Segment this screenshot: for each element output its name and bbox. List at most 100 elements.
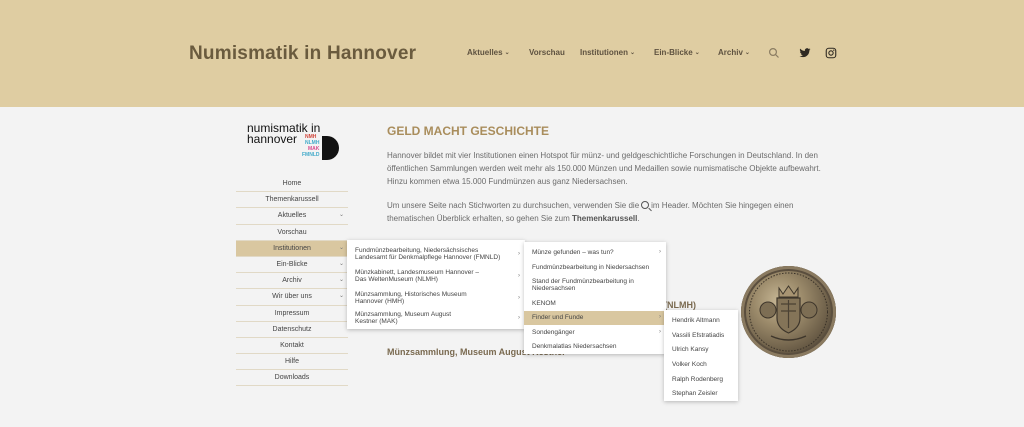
sidemenu-label: Institutionen (273, 244, 311, 252)
nav-institutionen[interactable]: Institutionen ⌄ (580, 48, 635, 57)
sidemenu-item-aktuelles[interactable]: Aktuelles ⌄ (236, 208, 348, 225)
search-hint-paragraph: Um unsere Seite nach Stichworten zu durc… (387, 199, 827, 225)
dropdown-label: Sondengänger (532, 329, 575, 336)
chevron-right-icon: › (659, 249, 661, 255)
dropdown-label: Münzsammlung, Historisches Museum Hannov… (355, 291, 467, 305)
chevron-right-icon: › (518, 295, 520, 301)
dropdown-item-person[interactable]: Stephan Zeisler (664, 386, 738, 400)
dropdown-label: Denkmalatlas Niedersachsen (532, 343, 617, 350)
nav-label: Vorschau (529, 48, 565, 57)
dropdown-label: Ulrich Kansy (672, 346, 709, 353)
chevron-right-icon: › (518, 315, 520, 321)
dropdown-label: Stephan Zeisler (672, 390, 718, 397)
site-logo[interactable]: numismatik in hannover NMH NLMH MAK FMNL… (247, 120, 339, 162)
coin-relief-graphic (749, 272, 828, 352)
fmnld-dropdown: Münze gefunden – was tun? › Fundmünzbearb… (524, 242, 666, 354)
sidemenu-label: Impressum (274, 309, 310, 317)
chevron-down-icon: ⌄ (338, 293, 344, 300)
twitter-icon[interactable] (799, 47, 811, 59)
nav-aktuelles[interactable]: Aktuelles ⌄ (467, 48, 510, 57)
content-heading-partial: (NLMH) (664, 300, 696, 310)
site-title[interactable]: Numismatik in Hannover (189, 43, 416, 65)
dropdown-label: Fundmünzbearbeitung in Niedersachsen (532, 264, 650, 271)
nav-vorschau[interactable]: Vorschau (529, 48, 565, 57)
chevron-right-icon: › (518, 273, 520, 279)
dropdown-item-person[interactable]: Hendrik Altmann (664, 313, 738, 327)
chevron-down-icon: ⌄ (630, 50, 636, 56)
nav-ein-blicke[interactable]: Ein-Blicke ⌄ (654, 48, 700, 57)
dropdown-item-kenom[interactable]: KENOM (524, 297, 666, 311)
dropdown-item-person[interactable]: Vassili Efstratiadis (664, 328, 738, 342)
sidemenu-label: Wir über uns (272, 293, 312, 301)
sidemenu-label: Archiv (282, 277, 302, 285)
dropdown-item-person[interactable]: Volker Koch (664, 357, 738, 371)
sidemenu-item-hilfe[interactable]: Hilfe (236, 354, 348, 371)
dropdown-label: Stand der Fundmünzbearbeitung in Nieders… (532, 278, 634, 292)
page-title: GELD MACHT GESCHICHTE (387, 124, 549, 138)
sidemenu-item-datenschutz[interactable]: Datenschutz (236, 322, 348, 338)
finder-und-funde-dropdown: Hendrik Altmann Vassili Efstratiadis Ulr… (664, 310, 738, 401)
sidemenu-item-institutionen[interactable]: Institutionen ⌄ (236, 240, 348, 257)
dropdown-label: Vassili Efstratiadis (672, 332, 725, 339)
nav-archiv[interactable]: Archiv ⌄ (718, 48, 750, 57)
dropdown-label: Ralph Rodenberg (672, 376, 723, 383)
chevron-right-icon: › (518, 251, 520, 257)
nav-label: Aktuelles (467, 48, 503, 57)
sidemenu-label: Downloads (274, 374, 310, 382)
sidemenu-label: Kontakt (280, 341, 304, 349)
nav-label: Ein-Blicke (654, 48, 693, 57)
dropdown-label: Fundmünzbearbeitung, Niedersächsisches L… (355, 247, 501, 261)
dropdown-label: Münzkabinett, Landesmuseum Hannover – Da… (355, 269, 479, 283)
dropdown-item-denkmalatlas[interactable]: Denkmalatlas Niedersachsen (524, 340, 666, 354)
logo-half-circle (322, 136, 339, 160)
dropdown-label: Münzsammlung, Museum August Kestner (MAK… (355, 311, 452, 325)
sidemenu-item-archiv[interactable]: Archiv ⌄ (236, 273, 348, 290)
search-icon[interactable] (768, 47, 780, 59)
chevron-down-icon: ⌄ (694, 50, 700, 56)
dropdown-item-nlmh[interactable]: Münzkabinett, Landesmuseum Hannover – Da… (347, 267, 525, 287)
sidemenu-label: Ein-Blicke (276, 260, 308, 268)
sidemenu-label: Home (282, 180, 302, 187)
chevron-down-icon: ⌄ (338, 260, 344, 267)
dropdown-label: Münze gefunden – was tun? (532, 249, 614, 256)
sidemenu-item-themenkarussell[interactable]: Themenkarussell (236, 192, 348, 209)
sidemenu-label: Themenkarussell (265, 196, 319, 204)
dropdown-label: Finder und Funde (532, 314, 584, 321)
dropdown-item-fmnld[interactable]: Fundmünzbearbeitung, Niedersächsisches L… (347, 245, 525, 265)
intro-paragraph: Hannover bildet mit vier Institutionen e… (387, 151, 821, 186)
site-header: Numismatik in Hannover Aktuelles ⌄ Vorsch… (0, 0, 1024, 107)
dropdown-label: KENOM (532, 300, 556, 307)
sidemenu-label: Vorschau (277, 228, 307, 236)
dropdown-item-mak[interactable]: Münzsammlung, Museum August Kestner (MAK… (347, 310, 525, 328)
dropdown-item-stand[interactable]: Stand der Fundmünzbearbeitung in Nieders… (524, 276, 666, 296)
hint-text: Um unsere Seite nach Stichworten zu durc… (387, 201, 640, 210)
dropdown-item-person[interactable]: Ulrich Kansy (664, 342, 738, 356)
chevron-right-icon: › (659, 314, 661, 320)
instagram-icon[interactable] (825, 47, 837, 59)
sidemenu-item-kontakt[interactable]: Kontakt (236, 338, 348, 355)
chevron-down-icon: ⌄ (744, 50, 750, 56)
dropdown-item-finder-und-funde[interactable]: Finder und Funde › (524, 311, 666, 325)
sidemenu-item-vorschau[interactable]: Vorschau (236, 225, 348, 241)
search-icon (641, 201, 650, 209)
institutionen-dropdown: Fundmünzbearbeitung, Niedersächsisches L… (347, 240, 525, 329)
side-menu: Home Themenkarussell Aktuelles ⌄ Vorschau… (236, 176, 348, 387)
sidemenu-item-downloads[interactable]: Downloads (236, 370, 348, 387)
dropdown-item-muenze-gefunden[interactable]: Münze gefunden – was tun? › (524, 246, 666, 260)
sidemenu-item-ein-blicke[interactable]: Ein-Blicke ⌄ (236, 257, 348, 274)
sidemenu-item-wir-ueber-uns[interactable]: Wir über uns ⌄ (236, 289, 348, 306)
chevron-right-icon: › (659, 329, 661, 335)
coin-image (741, 266, 836, 358)
sidemenu-item-home[interactable]: Home (236, 176, 348, 193)
themenkarussell-link[interactable]: Themenkarussell (572, 214, 637, 223)
dropdown-item-fundmuenzbearbeitung[interactable]: Fundmünzbearbeitung in Niedersachsen (524, 261, 666, 275)
chevron-down-icon: ⌄ (338, 212, 344, 219)
logo-line-2: hannover (247, 132, 298, 146)
sidemenu-item-impressum[interactable]: Impressum (236, 306, 348, 322)
sidemenu-label: Aktuelles (277, 212, 307, 220)
chevron-down-icon: ⌄ (338, 244, 344, 251)
dropdown-item-sondengaenger[interactable]: Sondengänger › (524, 326, 666, 340)
nav-label: Institutionen (580, 48, 628, 57)
dropdown-item-person[interactable]: Ralph Rodenberg (664, 372, 738, 386)
dropdown-item-hmh[interactable]: Münzsammlung, Historisches Museum Hannov… (347, 289, 525, 309)
